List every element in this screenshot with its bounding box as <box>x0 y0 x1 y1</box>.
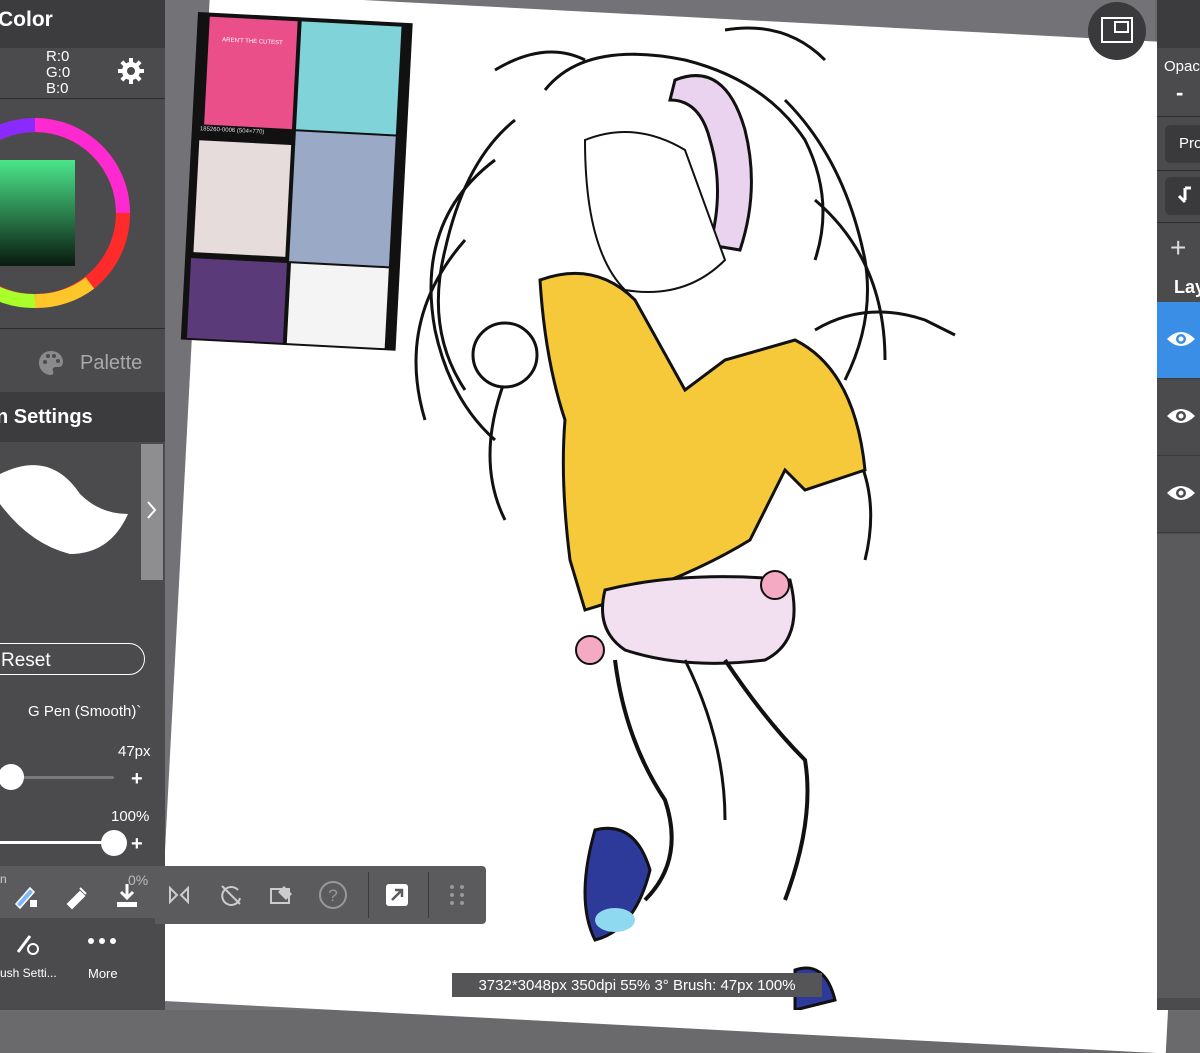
reset-label: Reset <box>1 650 51 671</box>
rotate-reset-icon[interactable] <box>210 874 252 916</box>
gear-icon[interactable] <box>116 56 146 86</box>
chevron-right-icon <box>147 501 157 519</box>
ref-shoes <box>289 131 396 267</box>
blend-mode-button[interactable]: Pro <box>1165 125 1200 163</box>
reference-image[interactable]: AREN'T THE CUTEST 185260-0006 (504×770) <box>180 12 413 351</box>
blend-mode-label: Pro <box>1179 135 1200 152</box>
brush-name[interactable]: G Pen (Smooth)` <box>28 703 141 720</box>
color-wheel[interactable] <box>0 108 131 318</box>
brush-settings-icon <box>16 935 39 955</box>
brush-settings-header: n Settings <box>0 392 165 442</box>
divider <box>1157 170 1200 171</box>
flip-horizontal-icon[interactable] <box>158 874 200 916</box>
divider <box>0 328 165 329</box>
brush-opacity-value: 100% <box>111 808 150 825</box>
ref-caption: 185260-0006 (504×770) <box>199 126 265 136</box>
palette-icon <box>39 351 63 375</box>
right-panel-header <box>1157 0 1200 48</box>
ref-sketch <box>286 263 389 349</box>
g-value: G:0 <box>46 64 71 81</box>
floating-toolbar: n 0% ? <box>0 866 486 924</box>
palette-label: Palette <box>80 352 143 374</box>
merge-down-button[interactable] <box>1165 177 1200 215</box>
toolbar-divider <box>428 872 429 918</box>
help-icon[interactable]: ? <box>312 874 354 916</box>
divider <box>1157 116 1200 117</box>
brush-settings-title: n Settings <box>0 406 93 428</box>
eye-icon[interactable] <box>1165 405 1197 427</box>
layer-row[interactable] <box>1157 456 1200 533</box>
toolbar-divider <box>368 872 369 918</box>
svg-text:?: ? <box>328 886 337 905</box>
opacity-plus-icon[interactable]: + <box>131 833 143 856</box>
brush-opacity-knob[interactable] <box>101 830 127 856</box>
pen-eraser-icon[interactable] <box>4 874 46 916</box>
brush-preview <box>0 444 140 584</box>
b-value: B:0 <box>46 80 69 97</box>
eye-icon[interactable] <box>1165 482 1197 504</box>
color-panel-header: Color <box>0 0 165 48</box>
divider <box>1157 222 1200 223</box>
eyedropper-icon[interactable] <box>54 874 96 916</box>
reset-button[interactable]: Reset <box>0 643 145 675</box>
r-value: R:0 <box>46 48 70 65</box>
more-button[interactable]: More <box>78 926 128 986</box>
ref-blue-cardigan <box>295 21 402 135</box>
brush-opacity-slider[interactable] <box>0 841 114 844</box>
color-panel-title: Color <box>0 8 53 31</box>
share-export-icon[interactable] <box>376 874 418 916</box>
ref-bloomers <box>193 140 292 257</box>
drag-handle-icon[interactable] <box>436 874 478 916</box>
layer-row[interactable] <box>1157 379 1200 456</box>
ref-photo-tattoo <box>186 257 287 343</box>
palette-button[interactable]: Palette <box>36 344 161 384</box>
layer-label: Lay <box>1174 277 1200 297</box>
more-dots-icon <box>88 938 116 944</box>
layer-list-empty <box>1157 534 1200 998</box>
navigator-icon <box>1101 17 1133 43</box>
brush-settings-button[interactable]: rush Setti... <box>0 926 60 986</box>
eye-icon[interactable] <box>1165 328 1197 350</box>
layer-row-selected[interactable] <box>1157 302 1200 379</box>
brush-size-value: 47px <box>118 743 151 760</box>
bottom-menu: rush Setti... More <box>0 918 155 998</box>
status-bar: 3732*3048px 350dpi 55% 3° Brush: 47px 10… <box>452 973 822 997</box>
add-layer-icon[interactable]: + <box>1170 232 1186 264</box>
divider <box>0 98 165 99</box>
panel-collapse-handle[interactable] <box>141 444 163 580</box>
opacity-label: Opac <box>1164 58 1200 75</box>
eraser-tool-icon[interactable] <box>260 874 302 916</box>
merge-down-icon <box>1177 186 1191 204</box>
rgb-readout: R:0 G:0 B:0 <box>0 46 165 98</box>
opacity-minus-button[interactable]: - <box>1176 80 1183 106</box>
more-label: More <box>88 966 118 981</box>
brush-settings-label: rush Setti... <box>0 966 57 980</box>
navigator-button[interactable] <box>1088 2 1146 60</box>
ref-pink-shirt: AREN'T THE CUTEST <box>204 16 298 130</box>
tool-snippet-pct: 0% <box>128 872 149 888</box>
size-plus-icon[interactable]: + <box>131 768 143 791</box>
